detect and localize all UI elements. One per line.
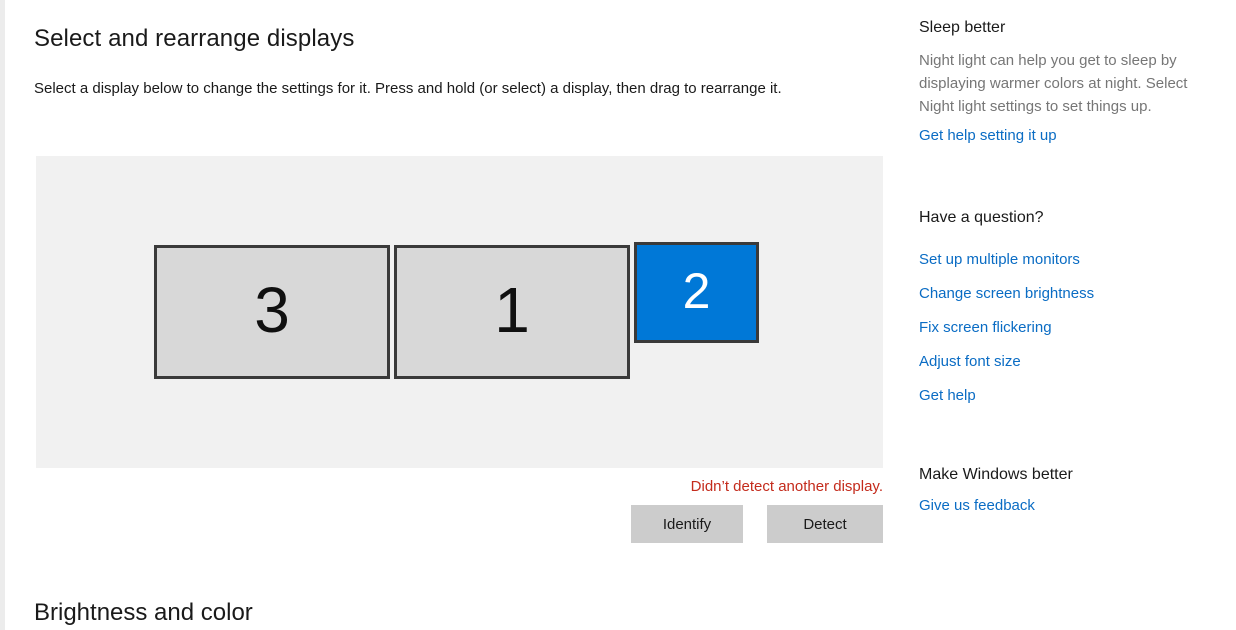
link-get-help-setting-it-up[interactable]: Get help setting it up: [919, 125, 1057, 147]
have-a-question-title: Have a question?: [919, 209, 1044, 226]
display-action-buttons: Identify Detect: [36, 505, 883, 543]
page-title: Select and rearrange displays: [34, 25, 355, 52]
sidebar-block-make-windows-better: Make Windows better Give us feedback: [919, 464, 1236, 517]
display-tile-3-label: 3: [254, 274, 290, 346]
main-content-column: Select and rearrange displays Select a d…: [34, 0, 886, 101]
sleep-better-description: Night light can help you get to sleep by…: [919, 52, 1188, 115]
display-settings-page: Select and rearrange displays Select a d…: [0, 0, 1236, 630]
display-tile-3[interactable]: 3: [154, 245, 390, 379]
display-tile-2-selected[interactable]: 2: [634, 242, 759, 343]
link-set-up-multiple-monitors[interactable]: Set up multiple monitors: [919, 249, 1080, 271]
question-link-list: Set up multiple monitors Change screen b…: [919, 249, 1236, 407]
detect-button[interactable]: Detect: [767, 505, 883, 543]
link-change-screen-brightness[interactable]: Change screen brightness: [919, 283, 1094, 305]
display-tile-1-label: 1: [494, 274, 530, 346]
link-get-help[interactable]: Get help: [919, 385, 976, 407]
sidebar-block-sleep-better: Sleep better Night light can help you ge…: [919, 17, 1236, 147]
identify-button[interactable]: Identify: [631, 505, 743, 543]
display-tile-1[interactable]: 1: [394, 245, 630, 379]
display-tile-2-label: 2: [682, 262, 711, 319]
instruction-text: Select a display below to change the set…: [34, 80, 782, 97]
brightness-and-color-heading: Brightness and color: [34, 599, 253, 626]
help-sidebar: Sleep better Night light can help you ge…: [919, 0, 1236, 517]
sidebar-block-have-a-question: Have a question? Set up multiple monitor…: [919, 207, 1236, 407]
detect-error-message: Didn’t detect another display.: [690, 478, 883, 495]
display-arrangement-canvas[interactable]: 3 1 2: [36, 156, 883, 468]
make-windows-better-title: Make Windows better: [919, 466, 1073, 483]
link-fix-screen-flickering[interactable]: Fix screen flickering: [919, 317, 1052, 339]
link-give-us-feedback[interactable]: Give us feedback: [919, 495, 1035, 517]
sleep-better-title: Sleep better: [919, 19, 1006, 36]
link-adjust-font-size[interactable]: Adjust font size: [919, 351, 1021, 373]
